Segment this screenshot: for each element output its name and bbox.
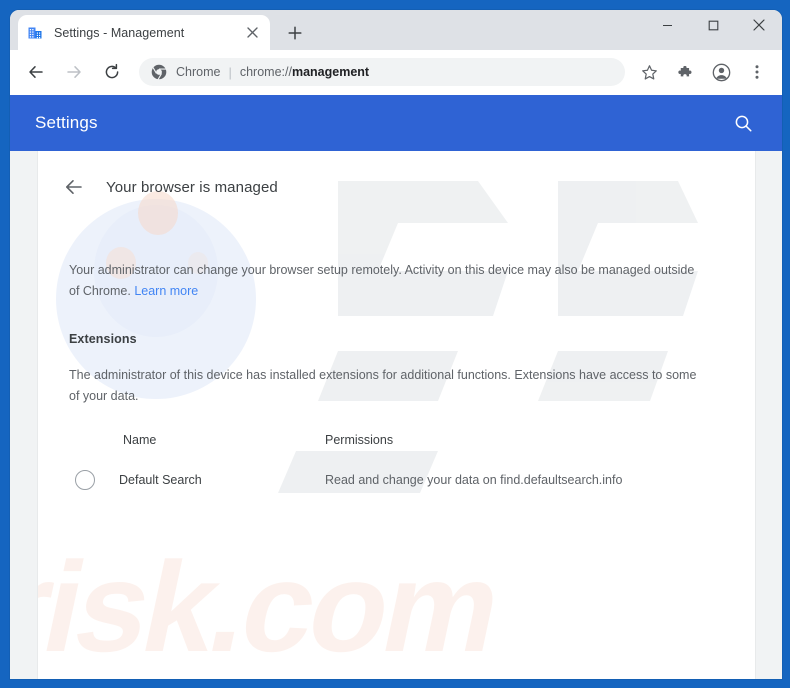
table-row: Default Search Read and change your data… bbox=[69, 470, 755, 490]
intro-paragraph: Your administrator can change your brows… bbox=[38, 260, 728, 302]
three-dot-menu-icon[interactable] bbox=[742, 57, 772, 87]
page-back-arrow-icon[interactable] bbox=[60, 173, 88, 201]
window-maximize-button[interactable] bbox=[690, 10, 736, 40]
page-header: Your browser is managed bbox=[38, 151, 755, 201]
extension-permissions: Read and change your data on find.defaul… bbox=[325, 473, 623, 487]
extensions-section-title: Extensions bbox=[69, 332, 137, 346]
browser-toolbar: Chrome | chrome://management bbox=[10, 50, 782, 95]
window-minimize-button[interactable] bbox=[644, 10, 690, 40]
management-content-card: risk.com Your browser is managed Your ad… bbox=[38, 151, 755, 679]
window-close-button[interactable] bbox=[736, 10, 782, 40]
tab-strip: Settings - Management bbox=[10, 10, 782, 50]
settings-title: Settings bbox=[35, 113, 98, 132]
omnibox-separator: | bbox=[228, 64, 232, 80]
screenshot-root: Settings - Management Chrome | chrome://… bbox=[0, 0, 790, 688]
extensions-description: The administrator of this device has ins… bbox=[69, 368, 697, 403]
tab-close-icon[interactable] bbox=[243, 24, 261, 42]
puzzle-piece-icon[interactable] bbox=[670, 57, 700, 87]
settings-header-bar: Settings bbox=[10, 95, 782, 151]
learn-more-link[interactable]: Learn more bbox=[134, 284, 198, 298]
new-tab-button[interactable] bbox=[282, 20, 308, 46]
search-icon[interactable] bbox=[726, 106, 760, 140]
browser-window: Settings - Management Chrome | chrome://… bbox=[10, 10, 782, 679]
extension-name: Default Search bbox=[119, 473, 202, 487]
omnibox-url: chrome://management bbox=[240, 65, 369, 79]
window-controls bbox=[644, 10, 782, 50]
table-header-row: Name Permissions bbox=[69, 433, 755, 447]
extensions-table: Name Permissions Default Search Read and… bbox=[38, 433, 755, 490]
forward-arrow-icon bbox=[59, 57, 89, 87]
column-header-permissions: Permissions bbox=[325, 433, 394, 447]
page-title: Your browser is managed bbox=[106, 178, 278, 196]
tab-title: Settings - Management bbox=[54, 25, 185, 40]
back-arrow-icon[interactable] bbox=[21, 57, 51, 87]
omnibox-scheme-label: Chrome bbox=[176, 65, 221, 79]
account-avatar-icon[interactable] bbox=[706, 57, 736, 87]
omnibox-url-prefix: chrome:// bbox=[239, 65, 292, 79]
management-content: Your browser is managed Your administrat… bbox=[38, 151, 755, 679]
address-bar[interactable]: Chrome | chrome://management bbox=[139, 58, 625, 86]
extension-placeholder-icon bbox=[75, 470, 95, 490]
chrome-logo-icon bbox=[151, 64, 167, 80]
omnibox-url-host: management bbox=[291, 65, 370, 79]
settings-page-body: risk.com Your browser is managed Your ad… bbox=[10, 151, 782, 679]
column-header-name: Name bbox=[123, 433, 157, 447]
reload-icon[interactable] bbox=[97, 57, 127, 87]
managed-browser-icon bbox=[27, 25, 43, 41]
browser-tab-settings-management[interactable]: Settings - Management bbox=[18, 15, 270, 50]
star-icon[interactable] bbox=[634, 57, 664, 87]
extension-name-cell: Default Search bbox=[69, 470, 325, 490]
